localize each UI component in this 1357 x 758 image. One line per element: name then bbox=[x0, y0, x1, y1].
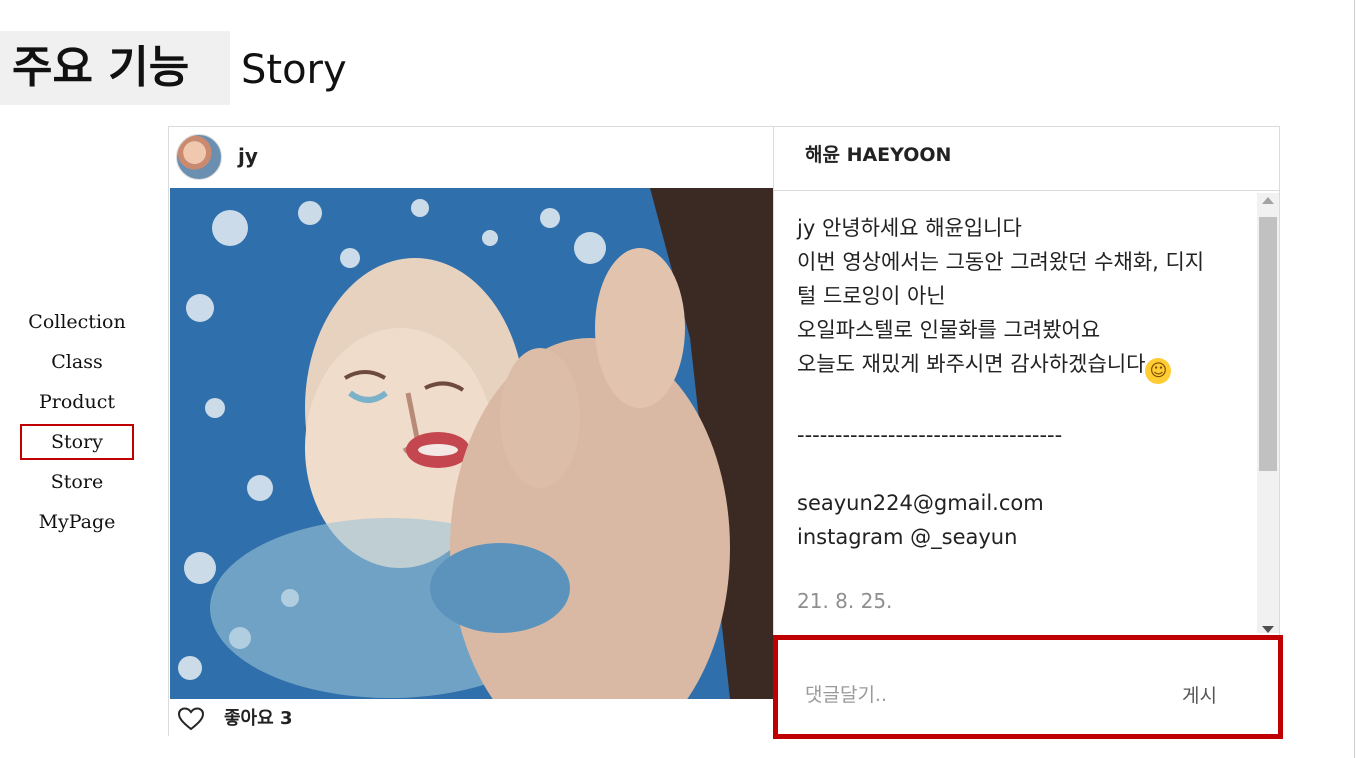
post-description: jy 안녕하세요 해윤입니다 이번 영상에서는 그동안 그려왔던 수채화, 디지… bbox=[797, 211, 1247, 618]
post-footer: 좋아요 3 bbox=[169, 699, 773, 737]
description-line: jy 안녕하세요 해윤입니다 bbox=[797, 216, 1022, 240]
description-line: 털 드로잉이 아닌 bbox=[797, 284, 946, 308]
description-divider: ----------------------------------- bbox=[797, 423, 1063, 447]
menu-item-product[interactable]: Product bbox=[20, 382, 134, 422]
channel-title[interactable]: 해윤 HAEYOON bbox=[805, 142, 951, 168]
menu-item-mypage[interactable]: MyPage bbox=[20, 502, 134, 542]
menu-item-store[interactable]: Store bbox=[20, 462, 134, 502]
scroll-down-arrow-icon[interactable] bbox=[1262, 626, 1274, 633]
description-line: 이번 영상에서는 그동안 그려왔던 수채화, 디지 bbox=[797, 250, 1205, 274]
description-line: 오일파스텔로 인물화를 그려봤어요 bbox=[797, 318, 1101, 342]
description-scrollbar[interactable] bbox=[1257, 193, 1279, 633]
avatar[interactable] bbox=[176, 134, 222, 180]
comment-area: 게시 bbox=[773, 635, 1283, 739]
description-instagram: instagram @_seayun bbox=[797, 525, 1018, 549]
channel-header: 해윤 HAEYOON bbox=[774, 127, 1280, 191]
post-image[interactable] bbox=[170, 188, 773, 699]
page-edge-line bbox=[1354, 0, 1355, 758]
description-line: 오늘도 재밌게 봐주시면 감사하겠습니다 bbox=[797, 352, 1146, 376]
post-header: jy bbox=[169, 127, 773, 187]
comment-input[interactable] bbox=[805, 684, 1125, 706]
smile-emoji-icon: ☺ bbox=[1145, 358, 1172, 384]
description-email: seayun224@gmail.com bbox=[797, 491, 1044, 515]
page-title: 주요 기능 bbox=[12, 42, 190, 93]
side-menu: Collection Class Product Story Store MyP… bbox=[20, 302, 134, 542]
menu-item-collection[interactable]: Collection bbox=[20, 302, 134, 342]
scroll-up-arrow-icon[interactable] bbox=[1262, 197, 1274, 204]
post-username[interactable]: jy bbox=[238, 143, 258, 169]
menu-item-story[interactable]: Story bbox=[20, 424, 134, 460]
heart-icon[interactable] bbox=[178, 707, 204, 731]
menu-item-class[interactable]: Class bbox=[20, 342, 134, 382]
scroll-thumb[interactable] bbox=[1259, 217, 1277, 471]
page-subtitle: Story bbox=[241, 47, 347, 93]
post-comment-button[interactable]: 게시 bbox=[1182, 684, 1217, 708]
post-date: 21. 8. 25. bbox=[797, 589, 893, 613]
description-line-with-emoji: 오늘도 재밌게 봐주시면 감사하겠습니다 ☺ bbox=[797, 347, 1247, 384]
likes-count: 좋아요 3 bbox=[224, 708, 293, 729]
painting-illustration bbox=[170, 188, 773, 699]
